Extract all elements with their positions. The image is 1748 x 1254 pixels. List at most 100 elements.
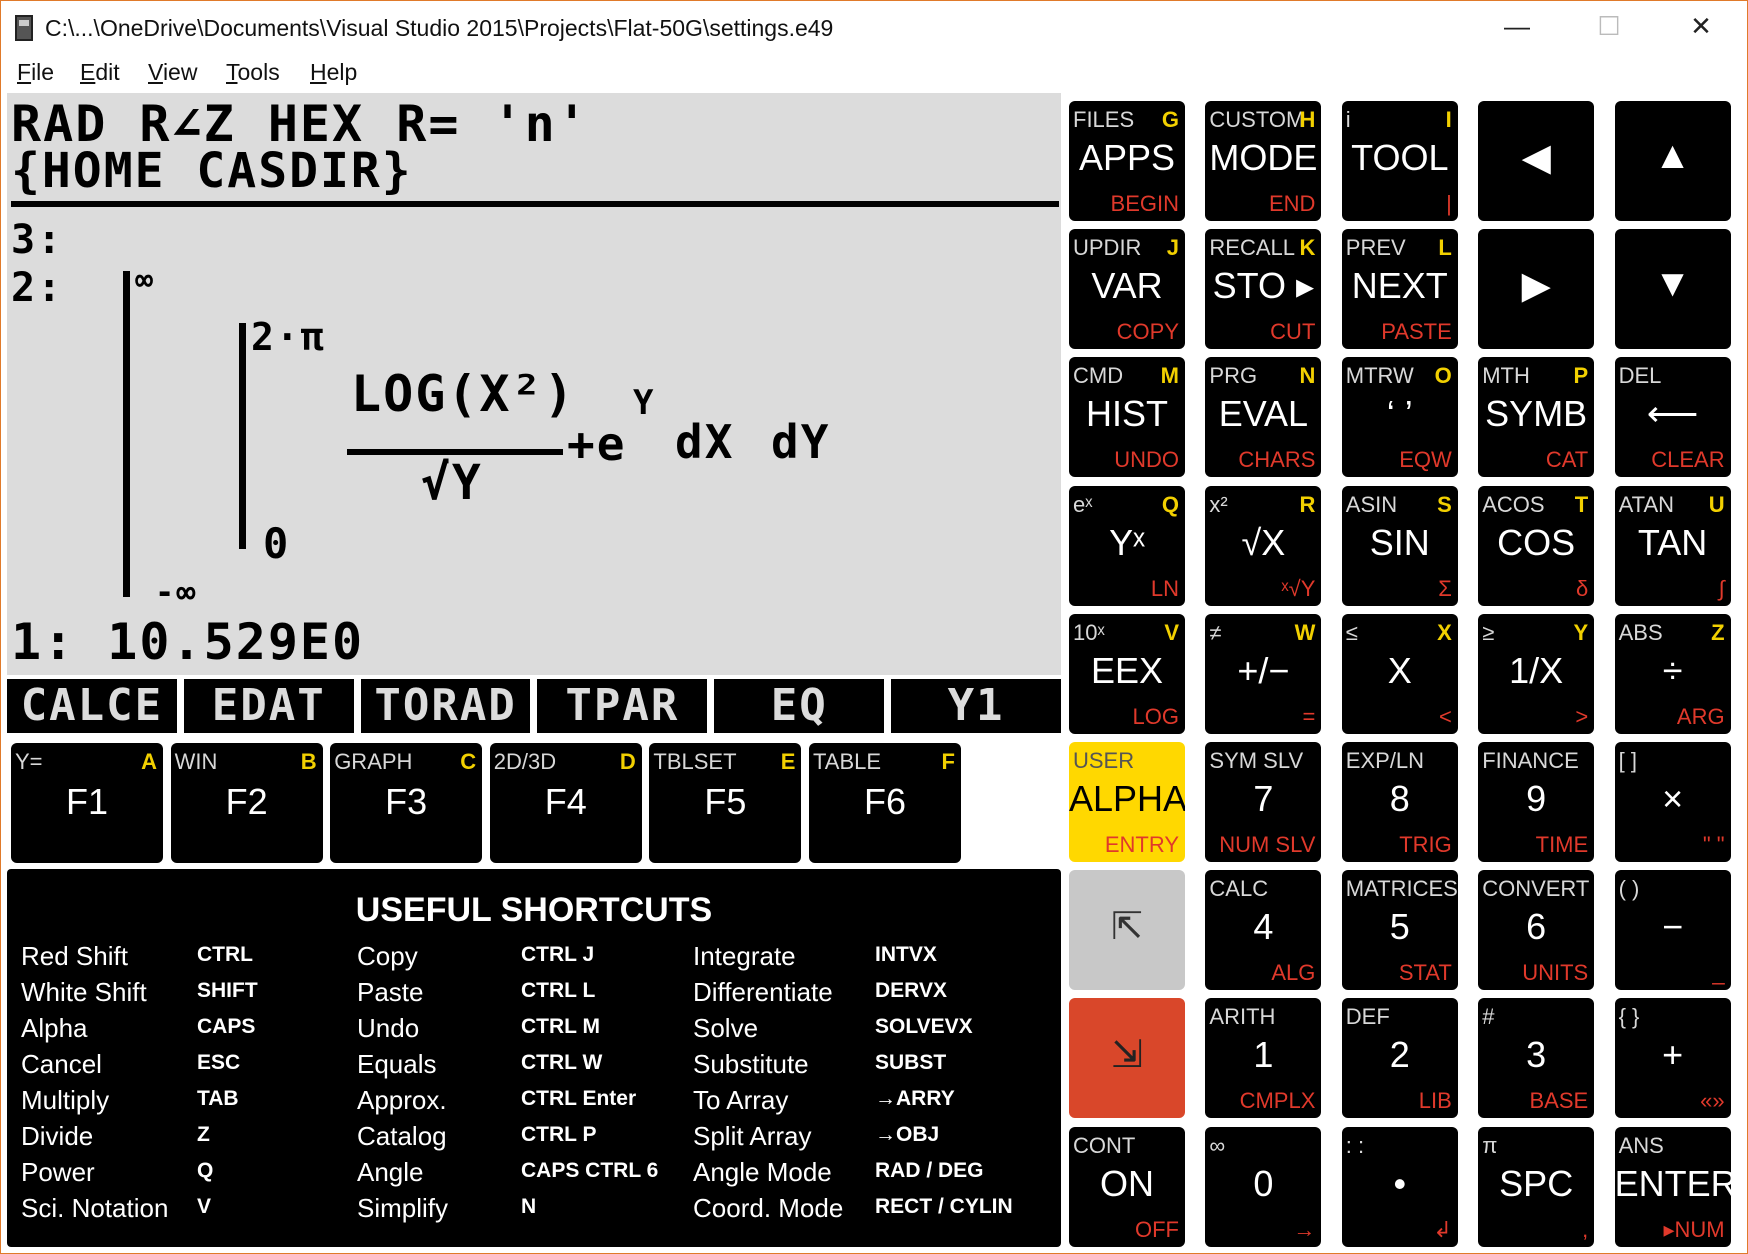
- calc-key-tool-key[interactable]: i I TOOL |: [1341, 101, 1458, 221]
- key-label: MODE: [1209, 137, 1318, 178]
- softkey-6[interactable]: Y1: [891, 679, 1061, 733]
- key-label: SPC: [1499, 1162, 1574, 1204]
- function-key-4[interactable]: 2D/3D D F4: [489, 743, 642, 863]
- alpha-label: X: [1437, 619, 1452, 645]
- shortcuts-panel: USEFUL SHORTCUTS Red Shift CTRL White Shif…: [7, 869, 1061, 1247]
- shortcut-key: →ARRY: [875, 1087, 955, 1110]
- calc-key-5-key[interactable]: MATRICES 5 STAT: [1341, 870, 1458, 991]
- key-label: 2: [1389, 1034, 1410, 1076]
- left-shift-label: eˣ: [1073, 491, 1093, 517]
- calc-key-x-key[interactable]: x² R √X ˣ√Y: [1205, 485, 1322, 606]
- function-key-2[interactable]: WIN B F2: [170, 743, 323, 863]
- calc-key-on-key[interactable]: CONT ON OFF: [1069, 1126, 1185, 1247]
- calc-key-x-key[interactable]: ≤ X X <: [1341, 613, 1458, 734]
- calc-key-4-key[interactable]: CALC 4 ALG: [1205, 870, 1322, 991]
- calc-key-8-key[interactable]: EXP/LN 8 TRIG: [1341, 742, 1458, 862]
- shortcut-key: CAPS CTRL 6: [521, 1159, 659, 1182]
- calc-key-1-x-key[interactable]: ≥ Y 1/X >: [1478, 613, 1595, 734]
- calc-key-cos-key[interactable]: ACOS T COS δ: [1478, 485, 1595, 606]
- key-label: COS: [1497, 521, 1576, 563]
- calc-key-tan-key[interactable]: ATAN U TAN ∫: [1614, 485, 1731, 606]
- alpha-label: W: [1294, 619, 1316, 645]
- calc-key-apps-key[interactable]: FILES G APPS BEGIN: [1069, 101, 1185, 221]
- calc-key-1-key[interactable]: ARITH 1 CMPLX: [1205, 998, 1322, 1119]
- calc-key-mode-key[interactable]: CUSTOM H MODE END: [1205, 101, 1322, 221]
- arrow-icon: ▲: [1653, 135, 1692, 177]
- softkey-2[interactable]: EDAT: [183, 679, 354, 733]
- calc-key-sin-key[interactable]: ASIN S SIN Σ: [1341, 485, 1458, 606]
- shortcut-action: Angle: [357, 1157, 424, 1187]
- key-label: 8: [1389, 778, 1410, 819]
- calc-key--key[interactable]: DEL ⟵ CLEAR: [1614, 357, 1731, 478]
- calc-key--key[interactable]: ▶: [1478, 229, 1595, 350]
- close-button[interactable]: ✕: [1655, 1, 1747, 53]
- calc-key--key[interactable]: ABS Z ÷ ARG: [1614, 613, 1731, 734]
- calc-key-9-key[interactable]: FINANCE 9 TIME: [1478, 742, 1595, 862]
- calc-key--key[interactable]: ▼: [1614, 229, 1731, 350]
- calc-key-0-key[interactable]: ∞ 0 →: [1205, 1126, 1322, 1247]
- softkey-1[interactable]: CALCE: [7, 679, 177, 733]
- shortcut-key: CTRL Enter: [521, 1087, 637, 1110]
- calc-key-sto-key[interactable]: RECALL K STO ▸ CUT: [1205, 229, 1322, 350]
- right-shift-label: END: [1268, 191, 1316, 216]
- calc-key--key[interactable]: ⇱: [1069, 870, 1185, 991]
- calc-key-spc-key[interactable]: π SPC,: [1478, 1126, 1595, 1247]
- function-key-1[interactable]: Y= A F1: [11, 743, 163, 863]
- menu-view[interactable]: View: [148, 59, 197, 86]
- arrow-icon: ▼: [1653, 263, 1692, 306]
- calc-key-eex-key[interactable]: 10ˣ V EEX LOG: [1069, 613, 1185, 734]
- key-label: F3: [385, 781, 428, 822]
- menu-help[interactable]: Help: [310, 59, 357, 86]
- shift-label: 2D/3D: [493, 749, 557, 774]
- calc-key--key[interactable]: ◀: [1478, 101, 1595, 221]
- calculator-body: RAD R∠Z HEX R= 'n' {HOME CASDIR} 3: 2: ∞…: [1, 93, 1747, 1253]
- key-label: ×: [1662, 778, 1684, 819]
- stack-level-2-label: 2:: [11, 265, 64, 311]
- calc-key-y-key[interactable]: eˣ Q Yˣ LN: [1069, 485, 1185, 606]
- function-key-6[interactable]: TABLE F F6: [809, 743, 961, 863]
- softkey-5[interactable]: EQ: [714, 679, 885, 733]
- calc-key-6-key[interactable]: CONVERT 6 UNITS: [1478, 870, 1595, 991]
- arrow-icon: ⇱: [1111, 906, 1143, 949]
- maximize-button[interactable]: ☐: [1563, 1, 1655, 53]
- calc-key--key[interactable]: { } + «»: [1614, 998, 1731, 1119]
- calc-key--key[interactable]: : : • ↲: [1341, 1126, 1458, 1247]
- calc-key-next-key[interactable]: PREV L NEXT PASTE: [1341, 229, 1458, 350]
- calc-key-symb-key[interactable]: MTH P SYMB CAT: [1478, 357, 1595, 478]
- key-label: X: [1387, 649, 1412, 691]
- shortcut-action: Catalog: [357, 1121, 447, 1151]
- calc-key-2-key[interactable]: DEF 2 LIB: [1341, 998, 1458, 1119]
- shortcut-action: Cancel: [21, 1049, 102, 1079]
- left-shift-label: FINANCE: [1482, 748, 1579, 773]
- calc-key--key[interactable]: ≠ W +/− =: [1205, 613, 1322, 734]
- menu-bar: File Edit View Tools Help: [1, 53, 1747, 93]
- calc-key--key[interactable]: ⇲: [1069, 998, 1185, 1119]
- softkey-4[interactable]: TPAR: [537, 679, 708, 733]
- lcd-display[interactable]: RAD R∠Z HEX R= 'n' {HOME CASDIR} 3: 2: ∞…: [7, 93, 1061, 675]
- function-key-5[interactable]: TBLSET E F5: [649, 743, 802, 863]
- function-key-3[interactable]: GRAPH C F3: [330, 743, 483, 863]
- calc-key-enter-key[interactable]: ANS ENTER ▸NUM: [1614, 1126, 1731, 1247]
- calc-key-eval-key[interactable]: PRG N EVAL CHARS: [1205, 357, 1322, 478]
- menu-tools[interactable]: Tools: [226, 59, 280, 86]
- key-label: •: [1393, 1162, 1407, 1204]
- calc-key-hist-key[interactable]: CMD M HIST UNDO: [1069, 357, 1185, 478]
- menu-edit[interactable]: Edit: [80, 59, 120, 86]
- softkey-3[interactable]: TORAD: [360, 679, 531, 733]
- calc-key--key[interactable]: MTRW O ‘ ’ EQW: [1341, 357, 1458, 478]
- calc-key-7-key[interactable]: SYM SLV 7 NUM SLV: [1205, 742, 1322, 862]
- key-label: F5: [704, 781, 747, 822]
- calc-key-var-key[interactable]: UPDIR J VAR COPY: [1069, 229, 1185, 350]
- menu-file[interactable]: File: [17, 59, 54, 86]
- calc-key-3-key[interactable]: #3 BASE: [1478, 998, 1595, 1119]
- calc-key--key[interactable]: ( ) − _: [1614, 870, 1731, 991]
- right-shift-label: PASTE: [1381, 319, 1452, 345]
- calc-key--key[interactable]: [ ] × " ": [1614, 742, 1731, 862]
- shift-label: TABLE: [813, 749, 882, 774]
- minimize-button[interactable]: —: [1471, 1, 1563, 53]
- right-shift-label: BASE: [1529, 1088, 1589, 1114]
- calc-key-alpha-key[interactable]: USER ALPHA ENTRY: [1069, 742, 1185, 862]
- alpha-label: L: [1438, 235, 1452, 261]
- calc-key--key[interactable]: ▲: [1614, 101, 1731, 221]
- title-bar[interactable]: C:\...\OneDrive\Documents\Visual Studio …: [1, 1, 1747, 53]
